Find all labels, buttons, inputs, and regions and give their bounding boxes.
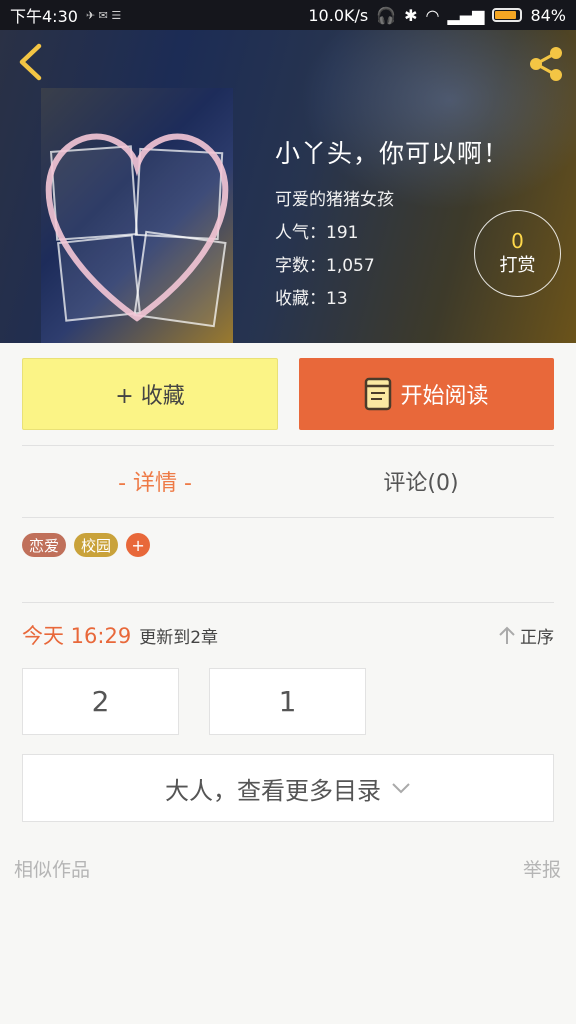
start-reading-label: 开始阅读 — [400, 384, 489, 409]
tip-label: 打赏 — [499, 254, 536, 276]
tag-campus[interactable]: 校园 — [74, 533, 119, 557]
chevron-left-icon — [19, 43, 42, 81]
more-catalog-button[interactable]: 大人，查看更多目录 — [22, 754, 554, 822]
status-time: 下午4:30 — [10, 7, 78, 26]
similar-works-label: 相似作品 — [14, 859, 91, 881]
headphones-icon: 🎧 — [376, 5, 397, 25]
heart-frame-icon — [45, 133, 229, 322]
book-header: 小丫头，你可以啊！ 可爱的猪猪女孩 人气：191 字数：1,057 收藏：13 … — [0, 30, 576, 343]
chapter-item[interactable]: 1 — [209, 668, 366, 735]
start-reading-button[interactable]: 开始阅读 — [299, 358, 554, 430]
notification-icon: ✈ ✉ ☰ — [85, 8, 122, 22]
book-author[interactable]: 可爱的猪猪女孩 — [275, 184, 509, 217]
book-info: 小丫头，你可以啊！ 可爱的猪猪女孩 人气：191 字数：1,057 收藏：13 — [275, 134, 509, 316]
book-icon — [365, 377, 392, 411]
divider — [22, 517, 554, 518]
arrow-up-icon — [499, 626, 515, 644]
book-favorites: 收藏：13 — [275, 289, 348, 309]
update-info: 今天 16:29 更新到2章 正序 — [22, 620, 554, 650]
status-left: 下午4:30 ✈ ✉ ☰ — [10, 3, 121, 27]
collect-label: + 收藏 — [115, 384, 185, 409]
more-catalog-label: 大人，查看更多目录 — [165, 776, 381, 805]
tag-romance[interactable]: 恋爱 — [22, 533, 67, 557]
tab-comments[interactable]: 评论(0) — [288, 446, 554, 516]
tab-details[interactable]: - 详情 - — [22, 446, 288, 516]
report-link[interactable]: 举报 — [523, 855, 561, 882]
action-bar: + 收藏 开始阅读 — [22, 358, 554, 430]
chapter-item[interactable]: 2 — [22, 668, 179, 735]
status-bar: 下午4:30 ✈ ✉ ☰ 10.0K/s 🎧 ✱ ◠ ▂▄▆ 84% — [0, 0, 576, 30]
back-button[interactable] — [10, 42, 50, 82]
bluetooth-icon: ✱ — [404, 5, 418, 25]
network-speed: 10.0K/s — [308, 5, 369, 25]
battery-icon — [492, 8, 523, 22]
add-tag-button[interactable]: + — [126, 533, 151, 557]
status-right: 10.0K/s 🎧 ✱ ◠ ▂▄▆ 84% — [308, 6, 566, 25]
divider — [22, 602, 554, 603]
battery-fill — [495, 11, 516, 19]
wifi-icon: ◠ — [425, 5, 440, 25]
book-title: 小丫头，你可以啊！ — [275, 139, 510, 168]
tip-count: 0 — [511, 228, 524, 253]
tag-list: 恋爱 校园 + — [22, 533, 151, 557]
chevron-down-icon — [392, 783, 410, 794]
update-time: 今天 16:29 — [22, 624, 132, 648]
sort-label: 正序 — [520, 627, 554, 648]
tip-button[interactable]: 0 打赏 — [474, 210, 561, 297]
book-cover[interactable] — [41, 88, 233, 343]
share-button[interactable] — [524, 42, 568, 86]
sort-button[interactable]: 正序 — [498, 620, 554, 650]
update-text: 更新到2章 — [139, 627, 219, 648]
tab-bar: - 详情 - 评论(0) — [22, 446, 554, 516]
battery-percent: 84% — [530, 5, 566, 25]
share-icon — [530, 47, 562, 81]
collect-button[interactable]: + 收藏 — [22, 358, 278, 430]
signal-icon: ▂▄▆ — [447, 5, 485, 25]
